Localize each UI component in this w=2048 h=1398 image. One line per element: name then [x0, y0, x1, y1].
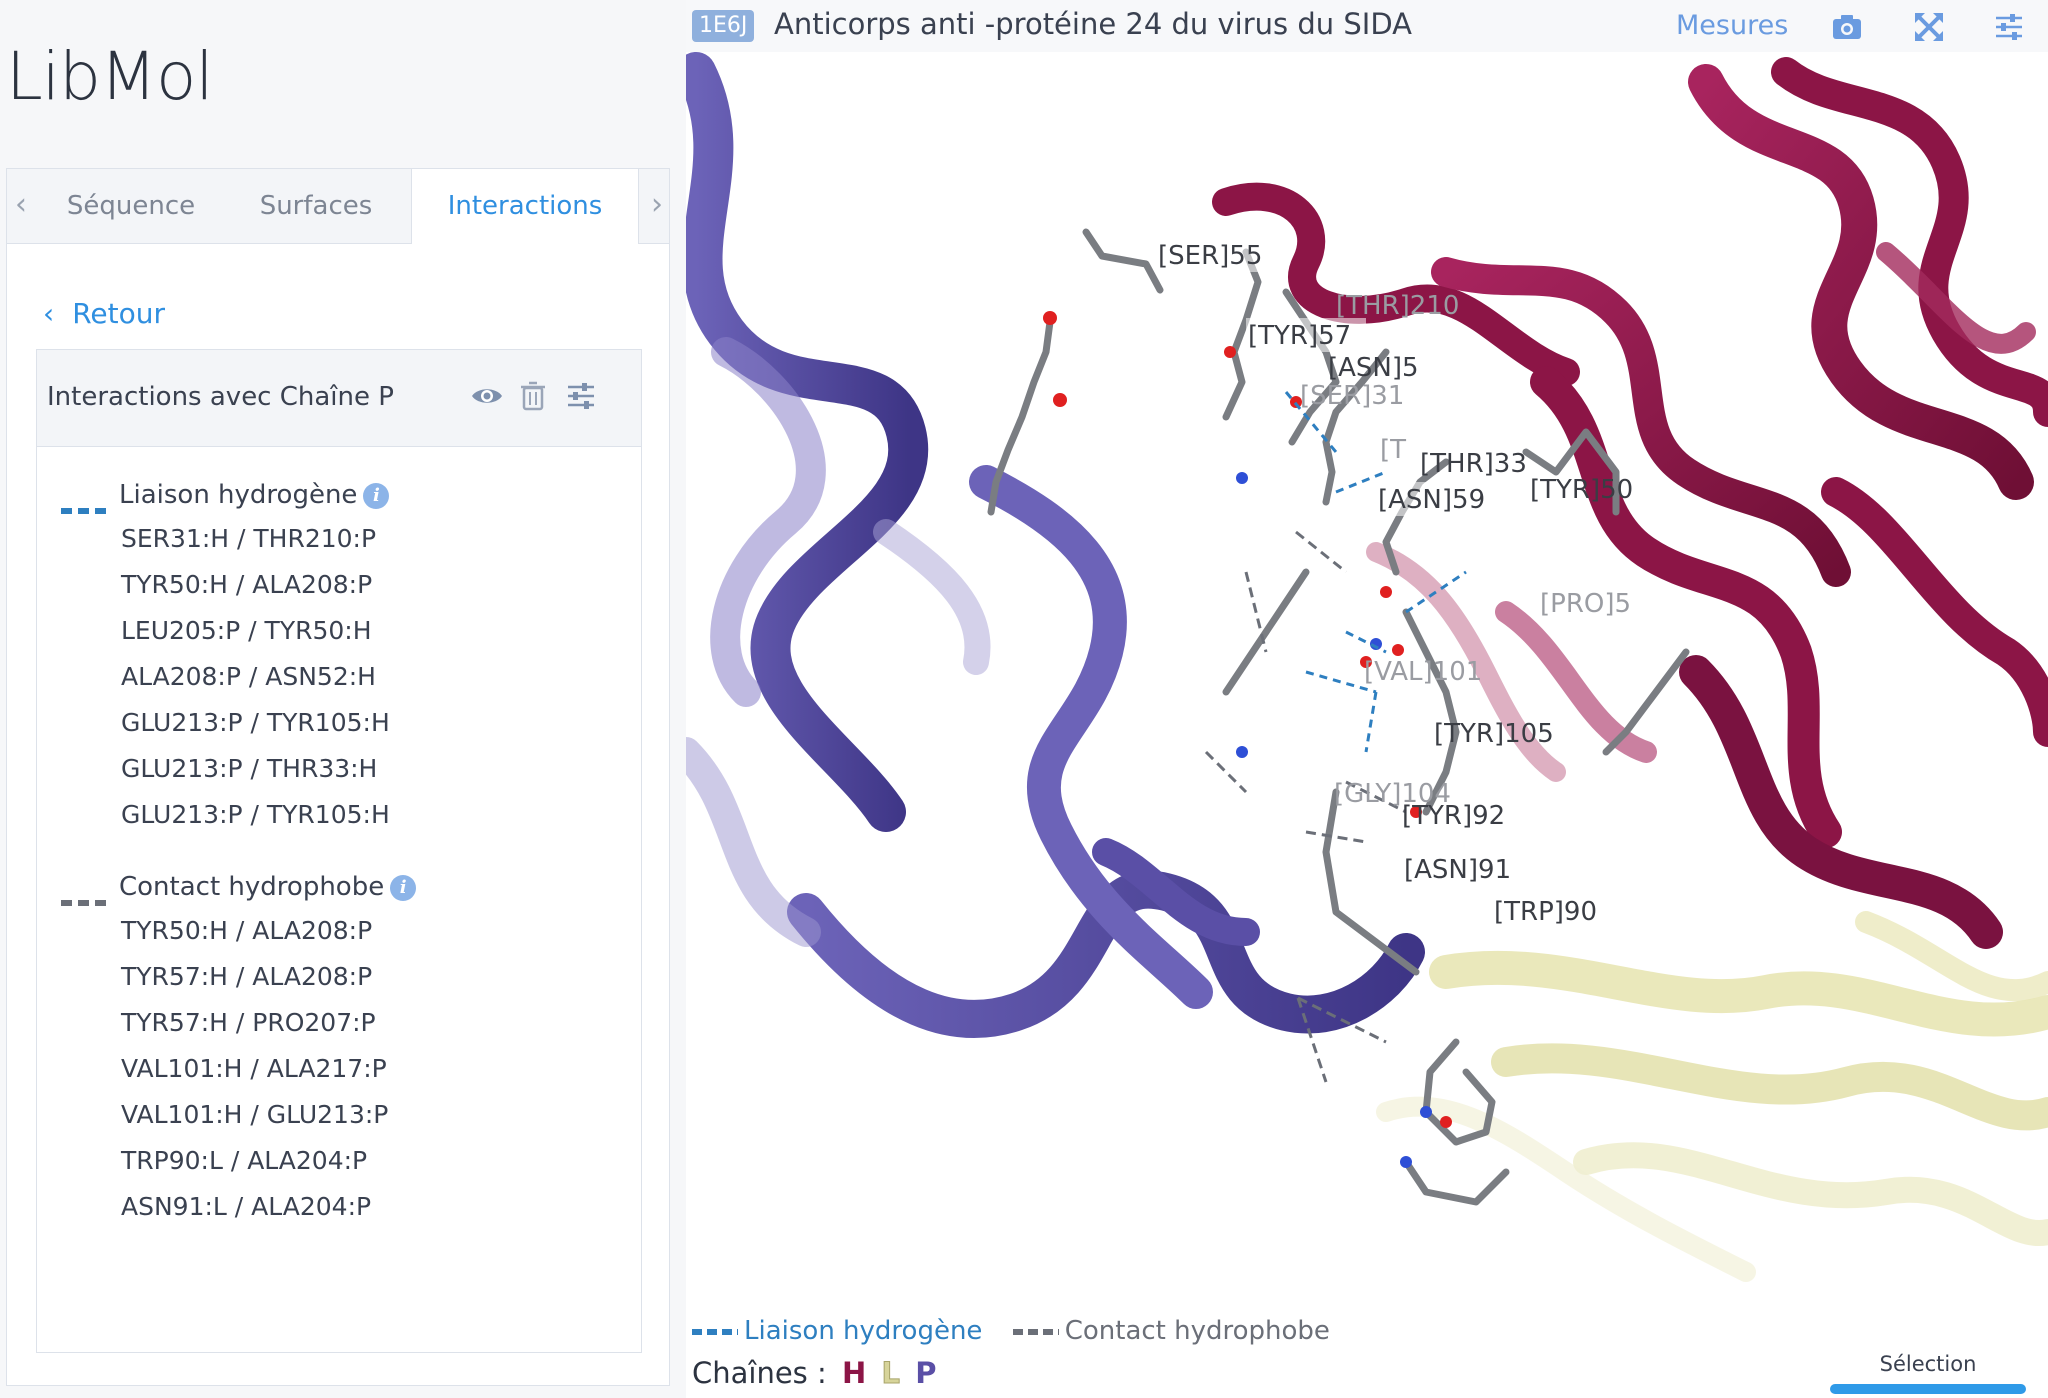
hydrophobic-pair-item[interactable]: VAL101:H / ALA217:P — [121, 1054, 387, 1083]
residue-label[interactable]: [SER]31 — [1300, 381, 1404, 411]
hydrophobic-title: Contact hydrophobe — [119, 872, 385, 902]
hbond-dash-icon — [61, 492, 109, 514]
legend-hbond[interactable]: Liaison hydrogène — [692, 1316, 982, 1346]
interactions-header-title: Interactions avec Chaîne P — [47, 382, 394, 412]
sliders-icon[interactable] — [563, 378, 599, 414]
hbond-dashes — [1284, 391, 1467, 753]
hydrophobic-dash-icon — [61, 884, 109, 906]
trash-icon[interactable] — [515, 378, 551, 414]
residue-label[interactable]: [TYR]92 — [1402, 801, 1505, 831]
viewer-legend: Liaison hydrogène Contact hydrophobe — [692, 1316, 1352, 1346]
hbond-pair-item[interactable]: LEU205:P / TYR50:H — [121, 616, 372, 645]
molecule-3d-scene[interactable]: [SER]55 [THR]210 [TYR]57 [ASN]5 [SER]31 … — [686, 52, 2048, 1302]
tab-interactions[interactable]: Interactions — [411, 169, 639, 244]
hbond-legend-row: Liaison hydrogène i — [61, 480, 390, 514]
back-label: Retour — [72, 297, 165, 330]
tab-surfaces[interactable]: Surfaces — [233, 169, 399, 243]
residue-label[interactable]: [THR]210 — [1336, 291, 1459, 321]
viewer-top-bar: 1E6J Anticorps anti -protéine 24 du viru… — [686, 0, 2048, 52]
info-icon[interactable]: i — [363, 482, 390, 509]
interactions-header: Interactions avec Chaîne P — [37, 350, 641, 447]
side-panel: ‹ Séquence Surfaces Interactions › ‹ Reto… — [6, 168, 670, 1386]
tab-scroll-right-icon[interactable]: › — [651, 187, 663, 222]
back-link[interactable]: ‹ Retour — [43, 297, 165, 330]
residue-label[interactable]: [ASN]91 — [1404, 855, 1511, 885]
hydrophobic-legend-row: Contact hydrophobe i — [61, 872, 417, 906]
chain-h-toggle[interactable]: H — [842, 1356, 866, 1390]
mesures-button[interactable]: Mesures — [1676, 10, 1788, 41]
hydrophobic-pair-item[interactable]: VAL101:H / GLU213:P — [121, 1100, 388, 1129]
hydrophobic-pair-item[interactable]: ASN91:L / ALA204:P — [121, 1192, 371, 1221]
chevron-left-icon: ‹ — [43, 297, 55, 330]
legend-hydrophobic[interactable]: Contact hydrophobe — [1012, 1316, 1330, 1346]
hydrophobic-pair-item[interactable]: TRP90:L / ALA204:P — [121, 1146, 367, 1175]
residue-label[interactable]: [ASN]5 — [1328, 353, 1419, 383]
hbond-pair-item[interactable]: SER31:H / THR210:P — [121, 524, 376, 553]
info-icon[interactable]: i — [390, 874, 417, 901]
hbond-dash-icon — [692, 1328, 738, 1335]
camera-icon[interactable] — [1830, 10, 1864, 44]
residue-label[interactable]: [TYR]57 — [1248, 321, 1351, 351]
legend-hbond-label: Liaison hydrogène — [744, 1316, 983, 1346]
eye-icon[interactable] — [469, 378, 505, 414]
molecule-viewer: 1E6J Anticorps anti -protéine 24 du viru… — [686, 0, 2048, 1398]
selection-indicator — [1830, 1384, 2026, 1394]
residue-label[interactable]: [ASN]59 — [1378, 485, 1485, 515]
legend-hydrophobic-label: Contact hydrophobe — [1064, 1316, 1330, 1346]
hydrophobic-pair-item[interactable]: TYR50:H / ALA208:P — [121, 916, 372, 945]
chains-label: Chaînes : — [692, 1356, 827, 1390]
tab-scroll-left-icon[interactable]: ‹ — [15, 187, 27, 222]
residue-label[interactable]: [SER]55 — [1158, 241, 1262, 271]
tab-sequence[interactable]: Séquence — [47, 169, 215, 243]
selection-tab[interactable]: Sélection — [1830, 1352, 2026, 1376]
residue-label[interactable]: [VAL]101 — [1364, 657, 1482, 687]
hydrophobic-pair-item[interactable]: TYR57:H / PRO207:P — [121, 1008, 376, 1037]
residue-label[interactable]: [TYR]50 — [1530, 475, 1633, 505]
chain-l-toggle[interactable]: L — [881, 1356, 901, 1391]
residue-labels: [SER]55 [THR]210 [TYR]57 [ASN]5 [SER]31 … — [1156, 238, 1633, 927]
residue-label[interactable]: [T — [1380, 435, 1406, 465]
hbond-pair-item[interactable]: GLU213:P / TYR105:H — [121, 800, 390, 829]
pdb-id-badge: 1E6J — [692, 10, 755, 42]
app-title: LibMol — [6, 38, 214, 115]
chains-row: Chaînes : H L P — [692, 1356, 936, 1391]
residue-label[interactable]: [TRP]90 — [1494, 897, 1597, 927]
hbond-pair-item[interactable]: TYR50:H / ALA208:P — [121, 570, 372, 599]
hbond-pair-item[interactable]: ALA208:P / ASN52:H — [121, 662, 376, 691]
residue-label[interactable]: [PRO]5 — [1540, 589, 1631, 619]
fullscreen-icon[interactable] — [1912, 10, 1946, 44]
molecule-title: Anticorps anti -protéine 24 du virus du … — [774, 7, 1412, 41]
residue-label[interactable]: [TYR]105 — [1434, 719, 1554, 749]
hbond-pair-item[interactable]: GLU213:P / TYR105:H — [121, 708, 390, 737]
residue-label[interactable]: [THR]33 — [1420, 449, 1527, 479]
hydrophobic-dash-icon — [1012, 1328, 1059, 1335]
tab-bar: ‹ Séquence Surfaces Interactions › — [7, 169, 669, 244]
settings-sliders-icon[interactable] — [1992, 10, 2026, 44]
hydrophobic-pair-item[interactable]: TYR57:H / ALA208:P — [121, 962, 372, 991]
chain-p-toggle[interactable]: P — [915, 1356, 936, 1390]
interactions-box: Interactions avec Chaîne P Liaison hydro… — [36, 349, 642, 1353]
hbond-title: Liaison hydrogène — [119, 480, 358, 510]
hbond-pair-item[interactable]: GLU213:P / THR33:H — [121, 754, 377, 783]
